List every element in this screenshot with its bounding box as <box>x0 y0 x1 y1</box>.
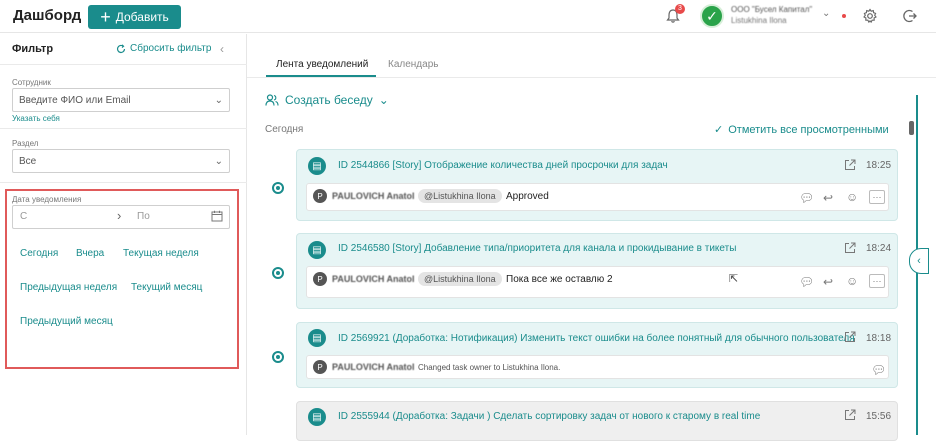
tab-notifications-feed[interactable]: Лента уведомлений <box>276 59 368 70</box>
comment-icon[interactable]: 💬︎ <box>871 363 886 377</box>
divider <box>0 64 247 65</box>
day-group-label: Сегодня <box>265 124 304 135</box>
notification-title[interactable]: ID 2555944 (Доработка: Задачи ) Сделать … <box>338 411 760 422</box>
read-status-radio[interactable] <box>272 267 284 279</box>
notification-time: 18:24 <box>866 243 892 254</box>
read-status-radio[interactable] <box>272 182 284 194</box>
users-icon <box>265 94 279 106</box>
create-chat-label: Создать беседу <box>285 93 373 107</box>
chevron-down-icon: ⌄ <box>378 93 389 107</box>
page-title: Дашборд <box>13 7 82 24</box>
scrollbar-thumb[interactable] <box>909 121 914 135</box>
avatar: P <box>313 360 327 374</box>
section-value: Все <box>19 155 37 167</box>
employee-label: Сотрудник <box>12 78 51 87</box>
chevron-down-icon: ⌄ <box>214 94 223 106</box>
reply-icon[interactable]: ↩ <box>823 191 837 205</box>
comment-icon[interactable]: 💬︎ <box>799 191 814 205</box>
open-external-icon[interactable] <box>844 242 856 254</box>
arrow-right-icon: › <box>117 208 122 223</box>
reply-icon[interactable]: ↩ <box>823 275 837 289</box>
notification-badge: 3 <box>675 4 685 14</box>
divider <box>0 128 247 129</box>
logout-icon[interactable] <box>902 8 918 24</box>
mouse-cursor-icon: ⇱ <box>729 273 739 285</box>
quick-range-current-week[interactable]: Текущая неделя <box>123 248 199 259</box>
author-name: PAULOVICH Anatol <box>332 274 415 284</box>
filter-title: Фильтр <box>12 43 54 55</box>
emoji-icon[interactable]: ☺ <box>846 274 860 288</box>
company-name[interactable]: ООО "Бусел Капитал" <box>731 5 812 14</box>
quick-range-previous-week[interactable]: Предыдущая неделя <box>20 282 117 293</box>
plus-icon: + <box>100 7 111 27</box>
comment-icon[interactable]: 💬︎ <box>799 275 814 289</box>
notification-title[interactable]: ID 2546580 [Story] Добавление типа/приор… <box>338 243 736 254</box>
avatar: P <box>313 272 327 286</box>
task-icon: ▤ <box>308 241 326 259</box>
notification-time: 18:18 <box>866 333 892 344</box>
mention-tag[interactable]: @Listukhina Ilona <box>418 272 502 286</box>
mention-tag[interactable]: @Listukhina Ilona <box>418 189 502 203</box>
section-select[interactable]: Все ⌄ <box>12 149 230 173</box>
mark-all-label: Отметить все просмотренными <box>728 123 889 136</box>
open-external-icon[interactable] <box>844 331 856 343</box>
date-from-field[interactable]: С <box>20 211 27 222</box>
reset-filter-label: Сбросить фильтр <box>130 43 212 54</box>
task-icon: ▤ <box>308 408 326 426</box>
quick-range-current-month[interactable]: Текущий месяц <box>131 282 202 293</box>
message-text: Changed task owner to Listukhina Ilona. <box>418 363 561 372</box>
notification-time: 18:25 <box>866 160 892 171</box>
section-label: Раздел <box>12 139 39 148</box>
message-text: Пока все же оставлю 2 <box>506 274 613 285</box>
date-to-field[interactable]: По <box>137 211 150 222</box>
read-status-radio[interactable] <box>272 351 284 363</box>
quick-range-previous-month[interactable]: Предыдущий месяц <box>20 316 113 327</box>
employee-input[interactable]: Введите ФИО или Email ⌄ <box>12 88 230 112</box>
notification-title[interactable]: ID 2569921 (Доработка: Нотификация) Изме… <box>338 333 855 344</box>
status-dot <box>842 14 846 18</box>
employee-placeholder: Введите ФИО или Email <box>19 94 131 106</box>
refresh-icon <box>116 43 126 53</box>
tabs-divider <box>247 77 936 78</box>
gear-icon[interactable] <box>862 8 878 24</box>
tab-calendar[interactable]: Календарь <box>388 59 438 70</box>
more-actions-icon[interactable]: ··· <box>869 190 885 204</box>
chevron-down-icon: ⌄ <box>214 155 223 167</box>
create-chat-button[interactable]: Создать беседу ⌄ <box>265 93 389 107</box>
emoji-icon[interactable]: ☺ <box>846 190 860 204</box>
checkmark-icon: ✓ <box>714 124 724 136</box>
open-external-icon[interactable] <box>844 409 856 421</box>
reset-filter-link[interactable]: Сбросить фильтр <box>116 43 211 54</box>
divider <box>0 182 247 183</box>
add-button[interactable]: + Добавить <box>88 5 181 29</box>
mark-all-read-button[interactable]: ✓ Отметить все просмотренными <box>714 123 889 137</box>
add-button-label: Добавить <box>115 10 169 24</box>
open-external-icon[interactable] <box>844 159 856 171</box>
task-icon: ▤ <box>308 157 326 175</box>
calendar-icon[interactable] <box>211 210 223 222</box>
avatar: P <box>313 189 327 203</box>
quick-range-today[interactable]: Сегодня <box>20 248 58 259</box>
company-user-name: Listukhina Ilona <box>731 16 787 25</box>
notification-time: 15:56 <box>866 411 892 422</box>
expand-side-panel-icon[interactable]: ‹ <box>909 248 929 274</box>
notification-title[interactable]: ID 2544866 [Story] Отображение количеств… <box>338 160 668 171</box>
date-label: Дата уведомления <box>12 195 82 204</box>
quick-range-yesterday[interactable]: Вчера <box>76 248 104 259</box>
more-actions-icon[interactable]: ··· <box>869 274 885 288</box>
author-name: PAULOVICH Anatol <box>332 191 415 201</box>
task-icon: ▤ <box>308 329 326 347</box>
company-logo-check-icon: ✓ <box>700 4 724 28</box>
collapse-panel-icon[interactable]: ‹ <box>220 42 224 56</box>
chevron-down-icon[interactable]: ⌄ <box>822 8 830 19</box>
author-name: PAULOVICH Anatol <box>332 362 415 372</box>
message-text: Approved <box>506 191 549 202</box>
assign-self-link[interactable]: Указать себя <box>12 114 60 123</box>
